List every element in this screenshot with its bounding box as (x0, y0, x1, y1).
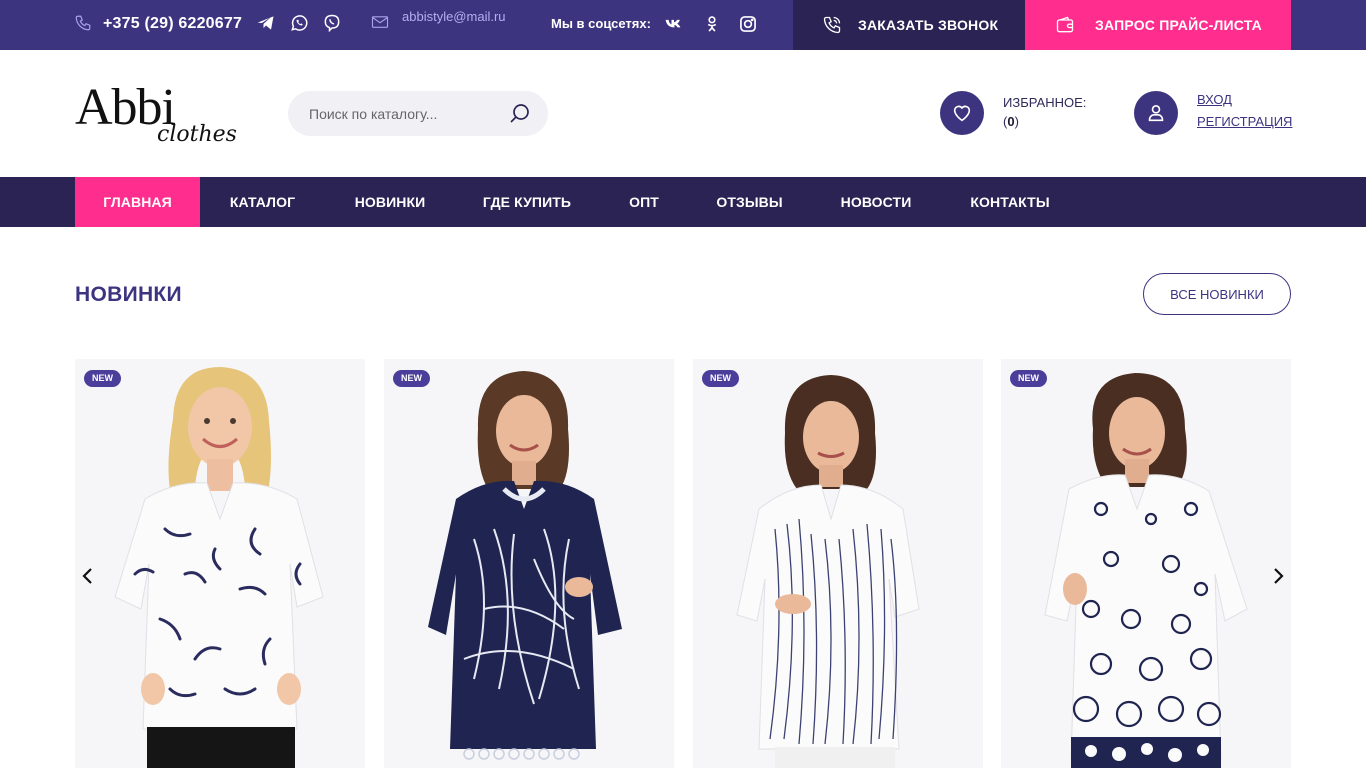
nav-item-new[interactable]: НОВИНКИ (325, 177, 455, 227)
main-nav: ГЛАВНАЯ КАТАЛОГ НОВИНКИ ГДЕ КУПИТЬ ОПТ О… (0, 177, 1366, 227)
mail-icon (371, 16, 389, 28)
phone-icon (75, 15, 91, 31)
odnoklassniki-icon[interactable] (702, 14, 722, 34)
favorites-count-close: ) (1014, 114, 1019, 129)
carousel-prev-arrow-icon[interactable] (78, 566, 98, 586)
user-icon (1148, 105, 1164, 122)
nav-item-where-to-buy[interactable]: ГДЕ КУПИТЬ (455, 177, 599, 227)
favorites-count: (0) (1003, 114, 1019, 130)
vk-icon[interactable] (664, 14, 684, 34)
product-image (693, 359, 983, 768)
logo-subtitle: clothes (157, 122, 237, 147)
account-button[interactable] (1134, 91, 1178, 135)
heart-icon (953, 105, 971, 122)
wallet-icon (1056, 16, 1074, 33)
phone-call-icon (823, 16, 841, 34)
new-badge: NEW (1010, 370, 1047, 387)
new-badge: NEW (84, 370, 121, 387)
register-link[interactable]: РЕГИСТРАЦИЯ (1197, 114, 1292, 129)
all-new-button[interactable]: ВСЕ НОВИНКИ (1143, 273, 1291, 315)
product-card[interactable]: NEW (384, 359, 674, 768)
login-link[interactable]: ВХОД (1197, 92, 1232, 107)
section-title: НОВИНКИ (75, 283, 182, 306)
product-image (384, 359, 674, 768)
instagram-icon[interactable] (738, 14, 758, 34)
product-image (75, 359, 365, 768)
search-input[interactable] (309, 104, 509, 124)
favorites-label[interactable]: ИЗБРАННОЕ: (1003, 92, 1086, 114)
nav-item-home[interactable]: ГЛАВНАЯ (75, 177, 200, 227)
phone-number-link[interactable]: +375 (29) 6220677 (103, 15, 242, 33)
nav-item-news[interactable]: НОВОСТИ (810, 177, 942, 227)
price-list-request-label: ЗАПРОС ПРАЙС-ЛИСТА (1095, 17, 1262, 33)
nav-item-catalog[interactable]: КАТАЛОГ (200, 177, 325, 227)
product-card[interactable]: NEW (75, 359, 365, 768)
email-link[interactable]: abbistyle@mail.ru (402, 9, 506, 24)
social-label: Мы в соцсетях: (551, 16, 651, 31)
nav-item-contacts[interactable]: КОНТАКТЫ (942, 177, 1078, 227)
top-bar: +375 (29) 6220677 abbistyle@mail.ru Мы в… (0, 0, 1366, 50)
product-card[interactable]: NEW (693, 359, 983, 768)
carousel-next-arrow-icon[interactable] (1268, 566, 1288, 586)
telegram-icon[interactable] (256, 13, 276, 33)
product-card[interactable]: NEW (1001, 359, 1291, 768)
favorites-button[interactable] (940, 91, 984, 135)
nav-item-wholesale[interactable]: ОПТ (599, 177, 689, 227)
product-image (1001, 359, 1291, 768)
catalog-search (288, 91, 548, 136)
request-call-button[interactable]: ЗАКАЗАТЬ ЗВОНОК (793, 0, 1025, 50)
search-icon[interactable] (508, 102, 532, 126)
request-call-label: ЗАКАЗАТЬ ЗВОНОК (858, 17, 999, 33)
viber-icon[interactable] (322, 13, 342, 33)
new-badge: NEW (393, 370, 430, 387)
nav-item-reviews[interactable]: ОТЗЫВЫ (689, 177, 810, 227)
whatsapp-icon[interactable] (289, 13, 309, 33)
price-list-request-button[interactable]: ЗАПРОС ПРАЙС-ЛИСТА (1025, 0, 1291, 50)
site-logo[interactable]: Abbi clothes (75, 82, 237, 154)
favorites-count-value: 0 (1007, 114, 1015, 129)
new-badge: NEW (702, 370, 739, 387)
